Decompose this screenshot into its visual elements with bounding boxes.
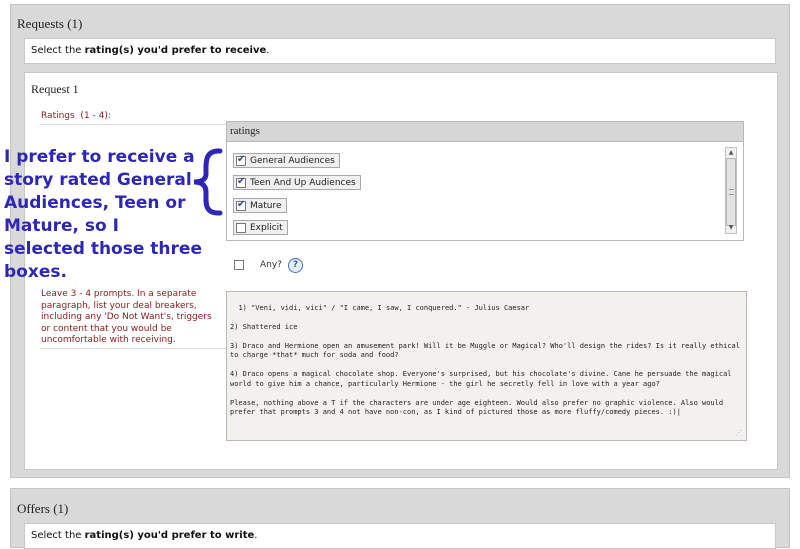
ratings-label: Ratings (1 - 4): <box>41 111 111 121</box>
checkbox-teen-and-up[interactable] <box>236 176 246 188</box>
rating-general-audiences[interactable]: General Audiences <box>233 153 340 168</box>
requests-title: Requests (1) <box>17 16 83 31</box>
any-row: Any? ? <box>234 257 303 273</box>
ratings-label-divider <box>40 124 226 125</box>
offers-instruction: Select the rating(s) you'd prefer to wri… <box>24 523 776 549</box>
requests-instruction-suffix: . <box>266 45 270 56</box>
rating-label-general-audiences: General Audiences <box>250 155 335 166</box>
checkbox-mature[interactable] <box>236 199 246 211</box>
checkbox-any[interactable] <box>234 260 244 270</box>
prompts-text: 1) "Veni, vidi, vici" / "I came, I saw, … <box>230 303 740 417</box>
scroll-grip-icon <box>729 189 734 195</box>
resize-grip-icon[interactable]: ⋰ <box>735 429 743 437</box>
rating-explicit[interactable]: Explicit <box>233 220 288 235</box>
offers-title: Offers (1) <box>17 501 69 516</box>
checkbox-explicit[interactable] <box>236 222 246 233</box>
ratings-box: ratings General Audiences Teen And Up Au… <box>226 121 744 241</box>
prompts-label-divider <box>40 348 226 349</box>
any-label: Any? <box>260 260 282 270</box>
annotation-text: I prefer to receive a story rated Genera… <box>4 147 202 282</box>
rating-teen-and-up[interactable]: Teen And Up Audiences <box>233 175 361 190</box>
prompts-label: Leave 3 - 4 prompts. In a separate parag… <box>41 289 212 345</box>
offers-instruction-prefix: Select the <box>31 530 85 541</box>
offers-instruction-suffix: . <box>254 530 258 541</box>
checkbox-general-audiences[interactable] <box>236 154 246 166</box>
scroll-thumb[interactable] <box>726 158 736 226</box>
rating-label-mature: Mature <box>250 200 282 211</box>
annotation-brace-icon <box>193 148 223 216</box>
rating-label-teen-and-up: Teen And Up Audiences <box>250 177 356 188</box>
scroll-down-arrow-icon[interactable]: ▼ <box>726 223 736 233</box>
request-title: Request 1 <box>31 82 79 96</box>
prompts-textarea[interactable]: 1) "Veni, vidi, vici" / "I came, I saw, … <box>226 291 747 441</box>
offers-panel: Offers (1) Select the rating(s) you'd pr… <box>10 488 790 549</box>
ratings-scrollbar[interactable]: ▲ ▼ <box>725 147 737 234</box>
requests-instruction: Select the rating(s) you'd prefer to rec… <box>24 38 776 64</box>
help-icon[interactable]: ? <box>287 257 303 273</box>
requests-instruction-bold: rating(s) you'd prefer to receive <box>84 45 267 56</box>
offers-instruction-bold: rating(s) you'd prefer to write <box>84 530 255 541</box>
ratings-header: ratings <box>227 122 743 142</box>
requests-instruction-prefix: Select the <box>31 45 85 56</box>
rating-mature[interactable]: Mature <box>233 198 287 213</box>
scroll-up-arrow-icon[interactable]: ▲ <box>726 148 736 158</box>
rating-label-explicit: Explicit <box>250 222 283 233</box>
